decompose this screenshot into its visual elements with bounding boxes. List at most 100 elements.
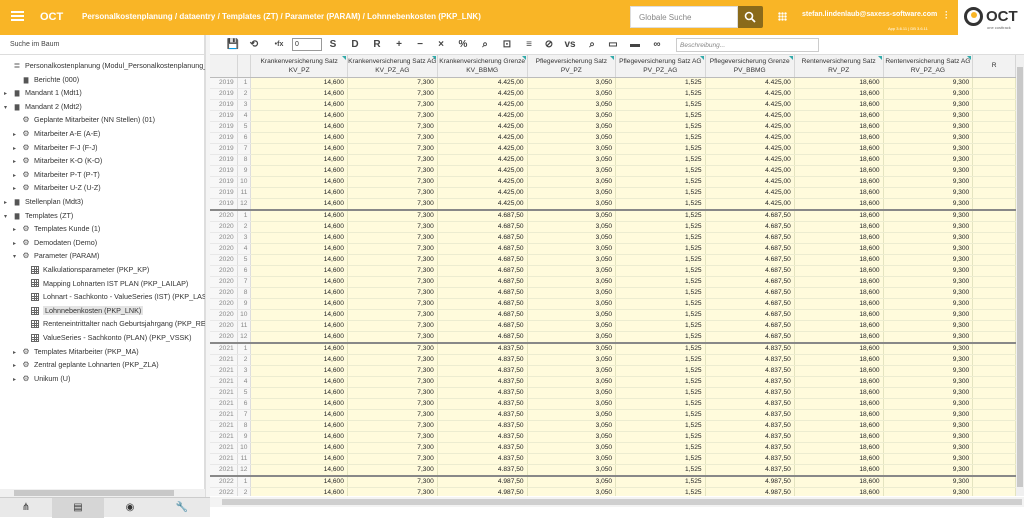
apps-grid-icon[interactable] (778, 12, 787, 21)
data-cell[interactable] (972, 298, 1016, 310)
data-cell[interactable]: 1,525 (615, 208, 706, 222)
grid-horizontal-scrollbar[interactable] (210, 497, 1024, 507)
data-cell[interactable]: 18,600 (794, 287, 884, 299)
data-cell[interactable]: 7,300 (347, 298, 438, 310)
data-cell[interactable]: 9,300 (883, 176, 974, 188)
data-cell[interactable]: 4.837,50 (437, 453, 528, 465)
data-cell[interactable]: 18,600 (794, 121, 884, 133)
data-cell[interactable]: 18,600 (794, 487, 884, 496)
data-cell[interactable]: 4.837,50 (437, 464, 528, 476)
data-cell[interactable]: 7,300 (347, 243, 438, 255)
eye-icon[interactable]: ◉ (104, 498, 156, 518)
data-cell[interactable]: 9,300 (883, 287, 974, 299)
data-cell[interactable]: 14,600 (250, 143, 348, 155)
data-cell[interactable]: 7,300 (347, 154, 438, 166)
data-cell[interactable]: 14,600 (250, 341, 348, 355)
data-cell[interactable]: 3,050 (527, 354, 617, 366)
column-header[interactable]: Krankenversicherung Grenze KV_BBMG (437, 55, 528, 78)
data-cell[interactable] (972, 99, 1016, 111)
data-cell[interactable]: 7,300 (347, 309, 438, 321)
data-cell[interactable]: 4.425,00 (437, 77, 528, 89)
data-cell[interactable]: 14,600 (250, 398, 348, 410)
data-cell[interactable]: 18,600 (794, 387, 884, 399)
data-cell[interactable]: 1,525 (615, 354, 706, 366)
data-cell[interactable]: 7,300 (347, 487, 438, 496)
data-cell[interactable]: 1,525 (615, 243, 706, 255)
data-cell[interactable] (972, 110, 1016, 122)
data-cell[interactable]: 3,050 (527, 221, 617, 233)
tree-item[interactable]: ▸ ⚙ Demodaten (Demo) (13, 236, 97, 249)
data-cell[interactable]: 9,300 (883, 409, 974, 421)
data-cell[interactable]: 4.987,50 (705, 487, 795, 496)
data-cell[interactable]: 9,300 (883, 365, 974, 377)
data-cell[interactable] (972, 221, 1016, 233)
data-cell[interactable]: 18,600 (794, 110, 884, 122)
data-cell[interactable]: 7,300 (347, 354, 438, 366)
data-cell[interactable]: 3,050 (527, 232, 617, 244)
data-cell[interactable] (972, 474, 1016, 488)
data-cell[interactable]: 9,300 (883, 208, 974, 222)
data-cell[interactable] (972, 464, 1016, 476)
data-cell[interactable]: 18,600 (794, 341, 884, 355)
data-cell[interactable]: 4.425,00 (705, 176, 795, 188)
data-cell[interactable]: 9,300 (883, 331, 974, 343)
data-cell[interactable]: 9,300 (883, 243, 974, 255)
data-cell[interactable]: 3,050 (527, 341, 617, 355)
tree-item[interactable]: Lohnnebenkosten (PKP_LNK) (22, 304, 144, 317)
data-cell[interactable]: 14,600 (250, 208, 348, 222)
data-cell[interactable]: 7,300 (347, 232, 438, 244)
data-cell[interactable]: 18,600 (794, 464, 884, 476)
data-cell[interactable]: 14,600 (250, 376, 348, 388)
data-cell[interactable]: 1,525 (615, 77, 706, 89)
data-cell[interactable]: 7,300 (347, 132, 438, 144)
data-cell[interactable] (972, 143, 1016, 155)
expanded-arrow-icon[interactable]: ▾ (4, 102, 12, 115)
data-cell[interactable]: 4.425,00 (705, 121, 795, 133)
data-cell[interactable]: 9,300 (883, 110, 974, 122)
data-cell[interactable]: 3,050 (527, 154, 617, 166)
data-cell[interactable]: 3,050 (527, 88, 617, 100)
data-cell[interactable] (972, 121, 1016, 133)
data-cell[interactable]: 1,525 (615, 198, 706, 210)
data-cell[interactable]: 7,300 (347, 254, 438, 266)
wrench-icon[interactable]: 🔧 (156, 498, 208, 518)
data-cell[interactable]: 4.425,00 (705, 165, 795, 177)
times-icon[interactable]: × (434, 38, 448, 52)
data-cell[interactable]: 18,600 (794, 243, 884, 255)
data-cell[interactable]: 14,600 (250, 77, 348, 89)
data-cell[interactable]: 14,600 (250, 132, 348, 144)
data-cell[interactable]: 4.687,50 (705, 309, 795, 321)
data-cell[interactable]: 1,525 (615, 154, 706, 166)
data-cell[interactable]: 4.837,50 (705, 442, 795, 454)
data-cell[interactable]: 14,600 (250, 354, 348, 366)
search-button[interactable] (738, 6, 763, 28)
data-cell[interactable] (972, 398, 1016, 410)
data-cell[interactable]: 7,300 (347, 208, 438, 222)
data-cell[interactable]: 3,050 (527, 464, 617, 476)
data-cell[interactable]: 7,300 (347, 387, 438, 399)
data-cell[interactable]: 4.837,50 (437, 420, 528, 432)
data-cell[interactable]: 4.687,50 (437, 287, 528, 299)
data-cell[interactable]: 4.837,50 (437, 442, 528, 454)
data-cell[interactable]: 14,600 (250, 365, 348, 377)
data-cell[interactable]: 7,300 (347, 88, 438, 100)
value-input[interactable]: 0 (292, 38, 322, 51)
data-cell[interactable]: 4.687,50 (437, 232, 528, 244)
data-cell[interactable]: 4.687,50 (705, 254, 795, 266)
tree-item[interactable]: ▸ ⚙ Mitarbeiter P-T (P-T) (13, 168, 100, 181)
column-header[interactable]: Rentenversicherung Satz RV_PZ (794, 55, 884, 78)
data-cell[interactable]: 7,300 (347, 442, 438, 454)
data-cell[interactable]: 1,525 (615, 165, 706, 177)
data-cell[interactable]: 3,050 (527, 387, 617, 399)
data-cell[interactable]: 9,300 (883, 88, 974, 100)
data-cell[interactable]: 7,300 (347, 287, 438, 299)
data-cell[interactable]: 4.425,00 (437, 198, 528, 210)
data-cell[interactable]: 9,300 (883, 232, 974, 244)
data-cell[interactable]: 9,300 (883, 487, 974, 496)
data-cell[interactable]: 1,525 (615, 464, 706, 476)
data-cell[interactable]: 1,525 (615, 341, 706, 355)
data-cell[interactable]: 3,050 (527, 99, 617, 111)
tree-item[interactable]: ▸ ⚙ Mitarbeiter K-O (K-O) (13, 154, 102, 167)
data-cell[interactable]: 4.987,50 (437, 487, 528, 496)
tree-item[interactable]: Renteneintrittalter nach Geburtsjahrgang… (22, 317, 205, 330)
